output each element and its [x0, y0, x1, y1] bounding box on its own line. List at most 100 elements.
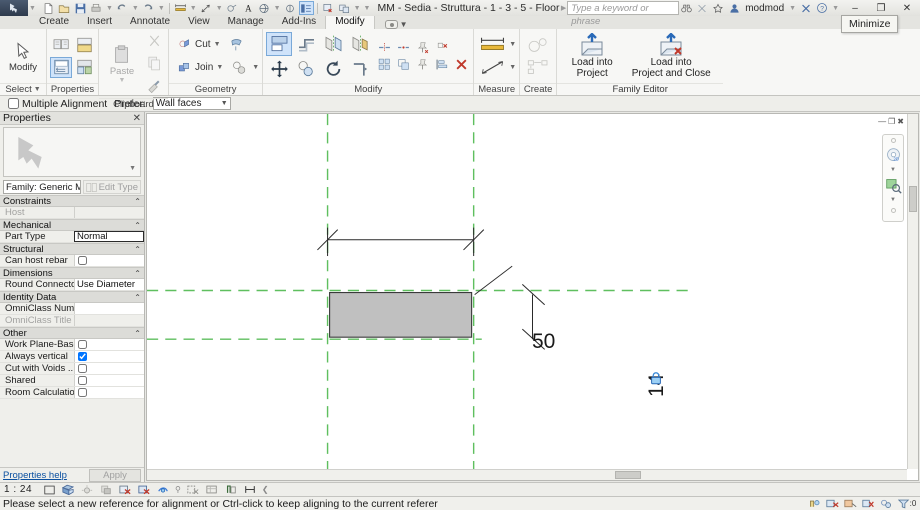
active-design-option-icon[interactable] — [879, 498, 894, 510]
create-similar-icon[interactable] — [523, 35, 553, 55]
property-value[interactable] — [74, 303, 144, 314]
array-icon[interactable] — [375, 57, 393, 73]
steering-wheel-icon[interactable]: 2D — [883, 144, 903, 166]
measure-icon[interactable] — [173, 1, 188, 15]
contextual-tab-indicator[interactable]: ▼ — [375, 20, 408, 29]
property-value[interactable]: Normal — [74, 231, 144, 242]
zoom-tools-caret-icon[interactable]: ▼ — [890, 197, 896, 203]
tab-create[interactable]: Create — [30, 15, 78, 29]
copy-tool-icon[interactable] — [293, 57, 319, 81]
load-into-project-button[interactable]: Load into Project — [563, 31, 621, 81]
group-collapse-icon[interactable]: ⌃ — [134, 293, 141, 302]
view-minimize-icon[interactable]: — — [878, 117, 886, 126]
crop-view-icon[interactable] — [137, 483, 151, 496]
tab-drop-caret-icon[interactable]: ▼ — [400, 20, 408, 29]
split-face-icon[interactable] — [228, 57, 250, 78]
dimension-caret-icon[interactable]: ▼ — [215, 5, 224, 12]
restore-button[interactable]: ❐ — [868, 0, 894, 16]
load-into-project-and-close-button[interactable]: Load into Project and Close — [625, 31, 717, 81]
properties-help-link[interactable]: Properties help — [3, 470, 67, 481]
sun-path-icon[interactable] — [80, 483, 94, 496]
cut-geometry-caret-icon[interactable]: ▼ — [214, 41, 221, 48]
redo-caret-icon[interactable]: ▼ — [157, 5, 166, 12]
open-icon[interactable] — [57, 1, 72, 15]
group-collapse-icon[interactable]: ⌃ — [134, 221, 141, 230]
detail-level-coarse-icon[interactable] — [42, 483, 56, 496]
align-icon[interactable] — [266, 31, 293, 56]
filter-icon[interactable]: :0 — [897, 498, 917, 510]
close-button[interactable]: ✕ — [894, 0, 920, 16]
constraints-icon[interactable] — [243, 483, 257, 496]
user-name-label[interactable]: modmod — [743, 3, 786, 14]
split-element-icon[interactable] — [375, 40, 393, 56]
mirror-pick-axis-icon[interactable] — [320, 32, 346, 56]
editing-requests-icon[interactable] — [825, 498, 840, 510]
tab-annotate[interactable]: Annotate — [121, 15, 179, 29]
pin-icon[interactable] — [413, 40, 431, 56]
modify-button[interactable]: Modify — [3, 37, 43, 76]
vertical-scrollbar-thumb[interactable] — [909, 186, 917, 212]
customize-qat-icon[interactable]: ▼ — [363, 5, 372, 12]
property-value[interactable] — [74, 375, 144, 386]
revit-app-logo[interactable] — [0, 0, 28, 16]
switch-windows-caret-icon[interactable]: ▼ — [353, 5, 362, 12]
table-row[interactable]: Room Calculatio... — [0, 387, 144, 399]
table-row[interactable]: Always vertical — [0, 351, 144, 363]
view-restore-icon[interactable]: ❐ — [888, 117, 895, 126]
property-value[interactable]: Use Diameter — [74, 279, 144, 290]
app-menu-caret[interactable]: ▼ — [28, 5, 37, 12]
exchange-apps-icon[interactable] — [799, 1, 813, 15]
design-options-icon[interactable] — [843, 498, 858, 510]
tab-manage[interactable]: Manage — [219, 15, 273, 29]
group-collapse-icon[interactable]: ⌃ — [134, 197, 141, 206]
measure-caret-1-icon[interactable]: ▼ — [509, 41, 516, 48]
mirror-draw-axis-icon[interactable] — [347, 32, 373, 56]
measure-between-references-icon[interactable] — [477, 35, 507, 55]
group-collapse-icon[interactable]: ⌃ — [134, 329, 141, 338]
undo-icon[interactable] — [115, 1, 130, 15]
delete-icon[interactable] — [452, 57, 470, 73]
property-group-other[interactable]: Other ⌃ — [0, 327, 144, 339]
room-calculation-checkbox[interactable] — [78, 388, 87, 397]
table-row[interactable]: Cut with Voids ... — [0, 363, 144, 375]
measure-caret-2-icon[interactable]: ▼ — [509, 64, 516, 71]
can-host-rebar-checkbox[interactable] — [78, 256, 87, 265]
property-value[interactable] — [74, 255, 144, 266]
paste-caret-icon[interactable]: ▼ — [119, 77, 126, 84]
property-value[interactable] — [74, 387, 144, 398]
family-types-icon[interactable] — [50, 35, 72, 56]
scale-icon[interactable] — [394, 57, 412, 73]
paint-icon[interactable] — [226, 34, 248, 55]
join-geometry-button[interactable]: Join ▼ — [174, 59, 226, 77]
temporary-hide-isolate-icon[interactable] — [186, 483, 200, 496]
multiple-alignment-checkbox[interactable] — [8, 98, 19, 109]
preview-caret-icon[interactable]: ▼ — [129, 165, 136, 172]
vertical-scrollbar[interactable] — [907, 114, 918, 469]
type-properties-icon[interactable] — [73, 57, 95, 78]
family-type-selector[interactable]: Family: Generic Mod ▼ — [3, 180, 81, 194]
help-caret-icon[interactable]: ▼ — [831, 5, 840, 12]
group-collapse-icon[interactable]: ⌃ — [134, 245, 141, 254]
view-scale-label[interactable]: 1 : 24 — [4, 484, 37, 495]
section-icon[interactable] — [283, 1, 298, 15]
show-crop-region-icon[interactable] — [156, 483, 170, 496]
rotate-icon[interactable] — [320, 57, 346, 81]
shared-checkbox[interactable] — [78, 376, 87, 385]
split-with-gap-icon[interactable] — [394, 40, 412, 56]
new-icon[interactable] — [41, 1, 56, 15]
paste-button[interactable]: Paste ▼ — [102, 41, 142, 87]
zoom-tools-icon[interactable] — [883, 174, 903, 196]
default-3d-view-icon[interactable] — [257, 1, 272, 15]
always-vertical-checkbox[interactable] — [78, 352, 87, 361]
subscription-icon[interactable] — [695, 1, 709, 15]
horizontal-scrollbar[interactable] — [147, 469, 907, 480]
print-icon[interactable] — [89, 1, 104, 15]
property-group-structural[interactable]: Structural ⌃ — [0, 243, 144, 255]
table-row[interactable]: Shared — [0, 375, 144, 387]
minimize-button[interactable]: – — [842, 0, 868, 16]
create-group-icon[interactable] — [523, 57, 553, 77]
visual-style-icon[interactable] — [61, 483, 75, 496]
dimension-value-horizontal[interactable]: 50 — [532, 330, 555, 354]
cut-with-voids-checkbox[interactable] — [78, 364, 87, 373]
multiple-alignment-option[interactable]: Multiple Alignment — [8, 98, 107, 110]
